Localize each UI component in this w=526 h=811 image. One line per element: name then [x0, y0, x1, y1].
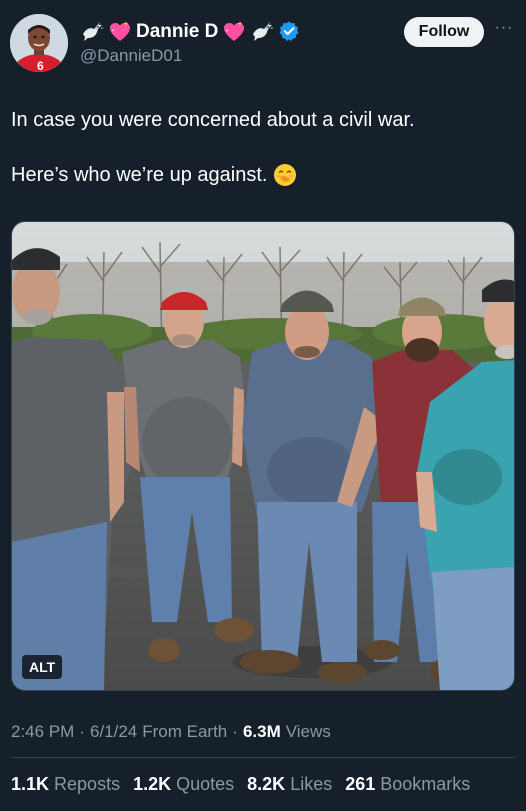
bookmarks-stat[interactable]: 261 Bookmarks — [345, 774, 470, 795]
tweet-photo[interactable]: ALT — [11, 221, 515, 691]
tweet-header: 6 Dannie D @DannieD01 Follow ··· — [0, 0, 526, 80]
tweet-line-2: Here’s who we’re up against. — [11, 164, 268, 186]
quotes-count: 1.2K — [133, 773, 172, 794]
follow-button[interactable]: Follow — [404, 17, 484, 47]
divider — [11, 757, 515, 758]
dove-icon — [80, 20, 104, 44]
face-with-hand-over-mouth-icon — [273, 163, 297, 187]
svg-text:6: 6 — [37, 59, 44, 72]
likes-label: Likes — [290, 773, 333, 794]
views-label: Views — [285, 722, 331, 741]
avatar[interactable]: 6 — [10, 14, 68, 72]
likes-count: 8.2K — [247, 773, 286, 794]
tweet-line-2-row: Here’s who we’re up against. — [11, 161, 516, 189]
tweet-date[interactable]: 6/1/24 — [90, 722, 137, 742]
more-options-icon[interactable]: ··· — [494, 20, 514, 42]
tweet-source: From Earth — [142, 722, 228, 741]
user-handle[interactable]: @DannieD01 — [80, 46, 182, 66]
reposts-count: 1.1K — [11, 773, 50, 794]
meta-separator: · — [79, 722, 85, 741]
reposts-stat[interactable]: 1.1K Reposts — [11, 774, 120, 795]
tweet-time[interactable]: 2:46 PM — [11, 722, 74, 742]
alt-text-button[interactable]: ALT — [22, 655, 63, 679]
bookmarks-count: 261 — [345, 773, 376, 794]
views-count: 6.3M — [242, 722, 281, 741]
reposts-label: Reposts — [54, 773, 121, 794]
sparkling-heart-icon — [222, 20, 246, 44]
dove-icon — [250, 20, 275, 44]
verified-badge-icon[interactable] — [278, 20, 302, 44]
quotes-stat[interactable]: 1.2K Quotes — [133, 774, 234, 795]
tweet-line-1: In case you were concerned about a civil… — [11, 109, 415, 131]
tweet-meta: 2:46 PM · 6/1/24 From Earth · 6.3M Views — [11, 720, 331, 744]
quotes-label: Quotes — [176, 773, 235, 794]
likes-stat[interactable]: 8.2K Likes — [247, 774, 332, 795]
sparkling-heart-icon — [108, 20, 132, 44]
tweet-text: In case you were concerned about a civil… — [11, 106, 516, 189]
engagement-stats: 1.1K Reposts 1.2K Quotes 8.2K Likes 261 … — [11, 771, 470, 797]
meta-separator: · — [232, 722, 238, 741]
display-name-row[interactable]: Dannie D — [80, 18, 302, 46]
display-name: Dannie D — [136, 21, 219, 42]
bookmarks-label: Bookmarks — [380, 773, 471, 794]
